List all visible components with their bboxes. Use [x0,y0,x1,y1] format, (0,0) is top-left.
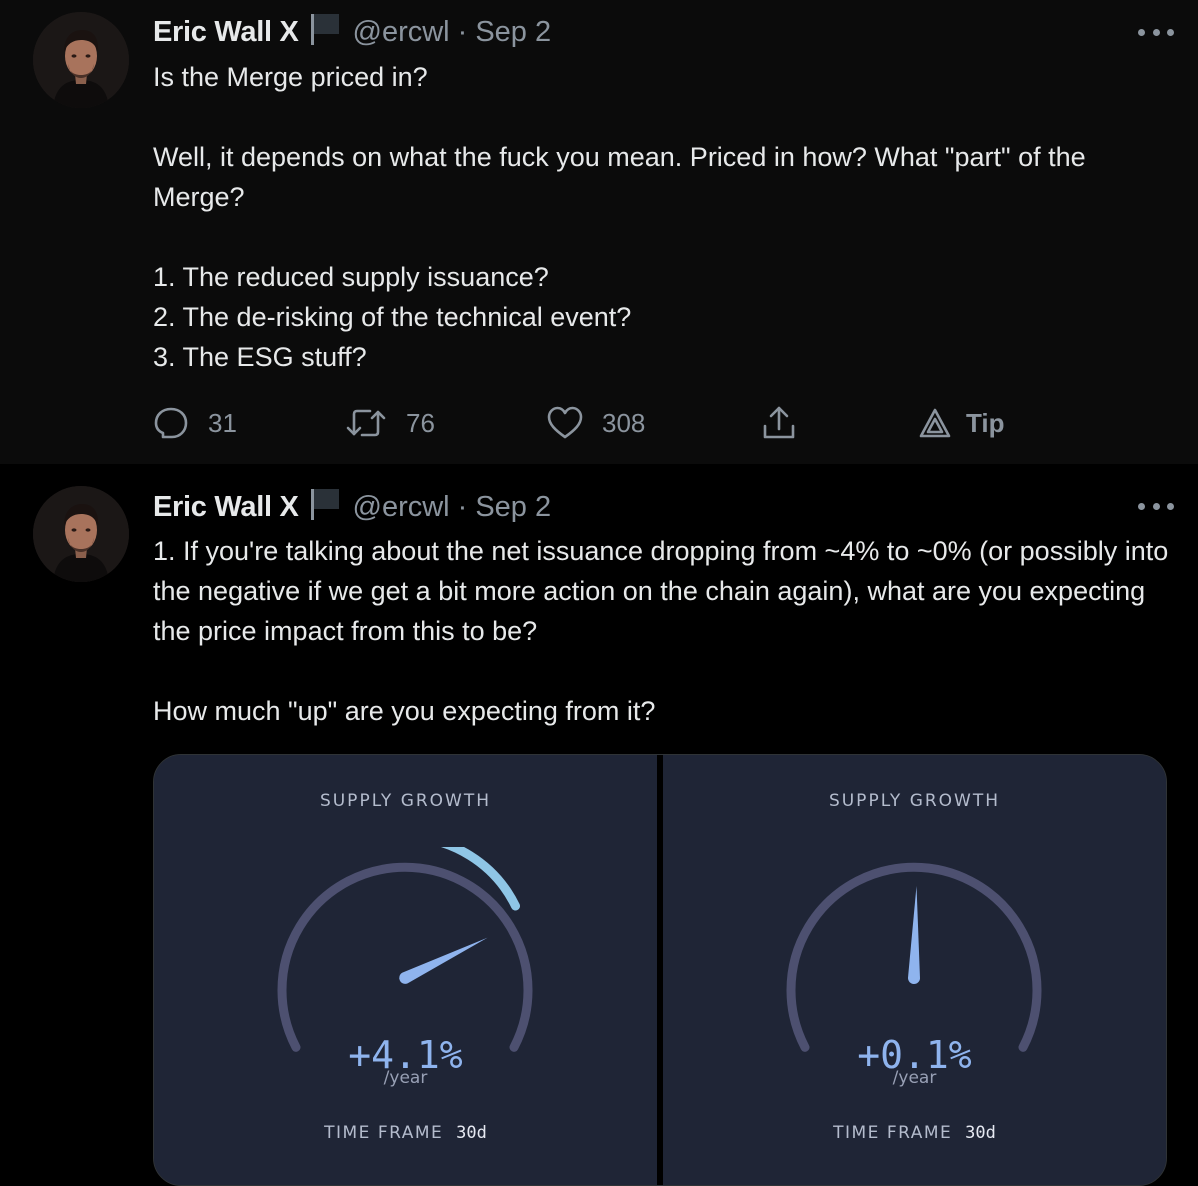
gauge-title: SUPPLY GROWTH [319,791,492,811]
reply-icon [152,404,190,442]
gauge-unit: /year [383,1068,428,1088]
reply-button[interactable]: 31 [152,398,237,448]
author-name[interactable]: Eric Wall X [153,16,299,49]
tweet[interactable]: Eric Wall X @ercwl · Sep 2 Is the Merge … [0,0,1198,464]
gauge-timeframe: TIME FRAME 30d [154,1123,657,1143]
like-count: 308 [602,407,646,438]
tweet-actions: 31 76 308 Tip [152,398,1052,448]
tweet-paragraph: Well, it depends on what the fuck you me… [153,142,1086,212]
separator: · [457,15,468,48]
author-handle[interactable]: @ercwl [353,491,450,524]
timeframe-label: TIME FRAME [833,1123,953,1143]
tweet-date[interactable]: Sep 2 [475,491,551,524]
gauge-needle [399,937,488,984]
tweet-list-item: 3. The ESG stuff? [153,342,367,372]
more-icon[interactable] [1138,22,1174,42]
tweet-list-item: 1. The reduced supply issuance? [153,262,549,292]
tweet-text: Is the Merge priced in? Well, it depends… [153,57,1173,377]
author-name[interactable]: Eric Wall X [153,491,299,524]
tweet-paragraph: Is the Merge priced in? [153,62,428,92]
tweet-media[interactable]: SUPPLY GROWTH +4.1% /year TIME FRAME 30d… [153,754,1167,1186]
flag-icon [309,486,341,528]
more-icon[interactable] [1138,496,1174,516]
tweet-header: Eric Wall X @ercwl · Sep 2 [153,14,551,50]
tip-icon [918,407,952,439]
author-handle[interactable]: @ercwl [353,16,450,49]
retweet-count: 76 [406,407,435,438]
share-icon [760,404,798,442]
tweet-paragraph: How much "up" are you expecting from it? [153,696,656,726]
gauge-unit: /year [892,1068,937,1088]
avatar[interactable] [33,486,129,582]
gauge-panel: SUPPLY GROWTH +4.1% /year TIME FRAME 30d [154,755,657,1185]
gauge-track [277,862,533,1052]
gauge-title: SUPPLY GROWTH [828,791,1001,811]
gauge-panel: SUPPLY GROWTH +0.1% /year TIME FRAME 30d [663,755,1166,1185]
retweet-icon [344,404,388,442]
tweet-header: Eric Wall X @ercwl · Sep 2 [153,489,551,525]
like-button[interactable]: 308 [546,398,645,448]
timeframe-label: TIME FRAME [324,1123,444,1143]
reply-count: 31 [208,407,237,438]
tip-button[interactable]: Tip [918,398,1005,448]
tweet-text: 1. If you're talking about the net issua… [153,531,1173,731]
avatar[interactable] [33,12,129,108]
tweet-list-item: 2. The de-risking of the technical event… [153,302,632,332]
retweet-button[interactable]: 76 [344,398,435,448]
flag-icon [309,11,341,53]
tweet-date[interactable]: Sep 2 [475,16,551,49]
gauge-timeframe: TIME FRAME 30d [663,1123,1166,1143]
heart-icon [546,405,584,441]
tweet-paragraph: 1. If you're talking about the net issua… [153,536,1169,646]
separator: · [457,490,468,523]
share-button[interactable] [760,398,798,448]
timeframe-value: 30d [965,1123,996,1143]
tip-label: Tip [966,407,1005,438]
gauge-needle [907,886,920,985]
timeframe-value: 30d [456,1123,487,1143]
